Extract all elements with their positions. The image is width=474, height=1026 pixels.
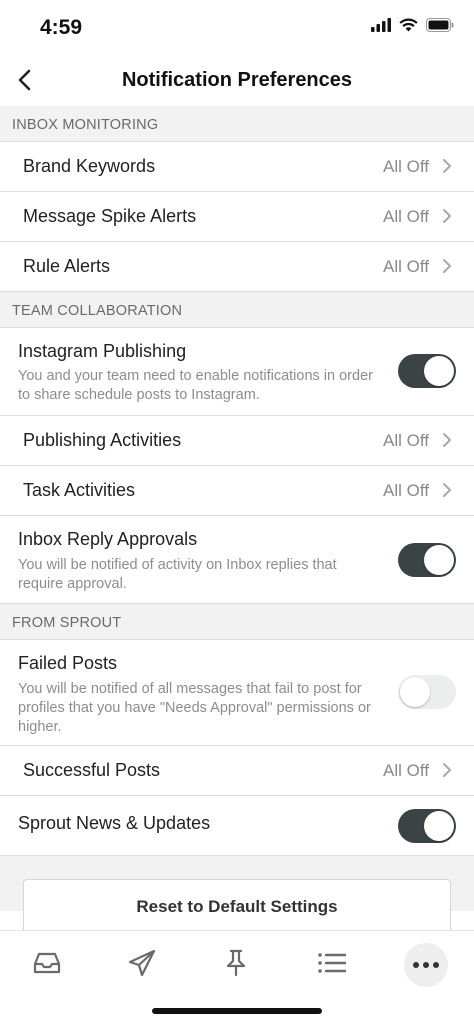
- status-bar: 4:59: [0, 0, 474, 56]
- chevron-right-icon: [442, 762, 452, 783]
- row-label: Message Spike Alerts: [23, 206, 197, 226]
- row-label: Publishing Activities: [23, 430, 182, 450]
- status-icons: [371, 18, 454, 37]
- row-label: Brand Keywords: [23, 156, 156, 176]
- preferences-list: INBOX MONITORING Brand Keywords All Off …: [0, 106, 474, 939]
- row-label: Failed Posts: [18, 653, 118, 673]
- failed-posts-toggle[interactable]: [398, 675, 456, 709]
- publishing-activities-row[interactable]: Publishing Activities All Off: [0, 416, 474, 466]
- tab-inbox[interactable]: [25, 943, 69, 987]
- toggle-knob: [424, 811, 454, 841]
- instagram-publishing-row: Instagram Publishing You and your team n…: [0, 328, 474, 416]
- section-header-inbox-monitoring: INBOX MONITORING: [0, 106, 474, 142]
- chevron-right-icon: [442, 158, 452, 179]
- row-value: All Off: [383, 481, 429, 500]
- row-description: You will be notified of activity on Inbo…: [18, 557, 337, 592]
- pin-icon: [224, 949, 248, 982]
- battery-icon: [426, 18, 454, 37]
- tab-more[interactable]: [404, 943, 448, 987]
- row-value: All Off: [383, 207, 429, 226]
- wifi-icon: [399, 18, 418, 37]
- list-icon: [317, 951, 347, 980]
- toggle-knob: [424, 545, 454, 575]
- row-label: Rule Alerts: [23, 256, 111, 276]
- failed-posts-row: Failed Posts You will be notified of all…: [0, 640, 474, 746]
- message-spike-alerts-row[interactable]: Message Spike Alerts All Off: [0, 192, 474, 242]
- section-header-team-collaboration: TEAM COLLABORATION: [0, 292, 474, 328]
- sprout-news-toggle[interactable]: [398, 809, 456, 843]
- row-description: You and your team need to enable notific…: [18, 368, 373, 403]
- row-label: Task Activities: [23, 480, 136, 500]
- navigation-bar: Notification Preferences: [0, 56, 474, 107]
- tab-reports[interactable]: [310, 943, 354, 987]
- home-indicator: [152, 1008, 322, 1014]
- inbox-reply-approvals-toggle[interactable]: [398, 543, 456, 577]
- page-title: Notification Preferences: [121, 69, 353, 91]
- section-header-from-sprout: FROM SPROUT: [0, 604, 474, 640]
- row-description: You will be notified of all messages tha…: [18, 681, 371, 735]
- inbox-icon: [32, 951, 62, 980]
- tab-tasks[interactable]: [214, 943, 258, 987]
- tab-publishing[interactable]: [120, 943, 164, 987]
- toggle-knob: [424, 356, 454, 386]
- row-label: Successful Posts: [23, 760, 161, 780]
- rule-alerts-row[interactable]: Rule Alerts All Off: [0, 242, 474, 292]
- row-value: All Off: [383, 157, 429, 176]
- row-value: All Off: [383, 431, 429, 450]
- task-activities-row[interactable]: Task Activities All Off: [0, 466, 474, 516]
- row-label: Instagram Publishing: [18, 341, 187, 361]
- inbox-reply-approvals-row: Inbox Reply Approvals You will be notifi…: [0, 516, 474, 604]
- status-time: 4:59: [40, 16, 83, 39]
- cellular-signal-icon: [371, 18, 391, 37]
- row-label: Inbox Reply Approvals: [18, 529, 198, 549]
- row-label: Sprout News & Updates: [18, 813, 211, 833]
- brand-keywords-row[interactable]: Brand Keywords All Off: [0, 142, 474, 192]
- chevron-right-icon: [442, 208, 452, 229]
- successful-posts-row[interactable]: Successful Posts All Off: [0, 746, 474, 796]
- footer-area: Reset to Default Settings: [0, 856, 474, 939]
- more-icon: [412, 956, 440, 974]
- instagram-publishing-toggle[interactable]: [398, 354, 456, 388]
- chevron-right-icon: [442, 482, 452, 503]
- chevron-right-icon: [442, 258, 452, 279]
- chevron-right-icon: [442, 432, 452, 453]
- sprout-news-row: Sprout News & Updates: [0, 796, 474, 856]
- row-value: All Off: [383, 761, 429, 780]
- row-value: All Off: [383, 257, 429, 276]
- paper-plane-icon: [128, 949, 156, 982]
- toggle-knob: [400, 677, 430, 707]
